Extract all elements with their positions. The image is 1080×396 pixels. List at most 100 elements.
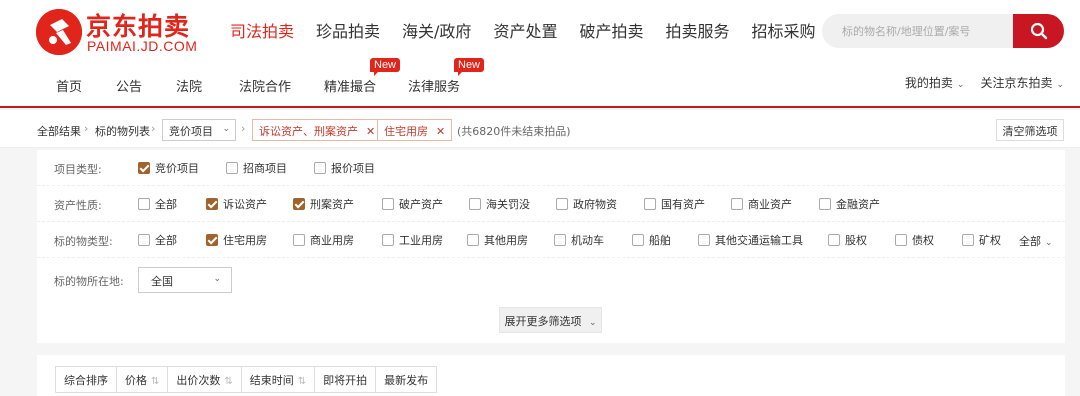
filter-row-project-type: 项目类型: 竞价项目 招商项目 报价项目	[37, 150, 1065, 186]
option-industrial-property[interactable]: 工业用房	[382, 232, 443, 248]
breadcrumb-all-results[interactable]: 全部结果	[37, 123, 81, 139]
sub-nav-label: 首页	[56, 80, 83, 95]
option-all[interactable]: 全部	[138, 196, 177, 212]
close-icon[interactable]: ✕	[436, 125, 445, 138]
option-bankruptcy-assets[interactable]: 破产资产	[382, 196, 443, 212]
option-label: 金融资产	[836, 198, 880, 211]
site-header: 京东拍卖 PAIMAI.JD.COM 司法拍卖 珍品拍卖 海关/政府 资产处置 …	[0, 0, 1080, 108]
my-auction-link[interactable]: 我的拍卖 ⌄	[905, 74, 965, 91]
follow-jd-auction-link[interactable]: 关注京东拍卖 ⌄	[980, 74, 1064, 91]
jd-paimai-logo[interactable]: 京东拍卖 PAIMAI.JD.COM	[36, 7, 206, 57]
checkbox-checked[interactable]	[138, 162, 150, 174]
option-mining-rights[interactable]: 矿权	[962, 232, 1001, 248]
option-commercial-property[interactable]: 商业用房	[293, 232, 354, 248]
option-label: 股权	[845, 234, 867, 247]
project-type-dropdown[interactable]: 竞价项目 ⌄	[162, 119, 236, 141]
logo-icon	[36, 9, 82, 55]
option-state-assets[interactable]: 国有资产	[644, 196, 705, 212]
sort-label: 综合排序	[64, 374, 108, 387]
sub-nav-home[interactable]: 首页	[56, 76, 82, 95]
sort-comprehensive[interactable]: 综合排序	[56, 367, 117, 392]
sort-upcoming[interactable]: 即将开拍	[315, 367, 377, 392]
option-bidding-project[interactable]: 竞价项目	[138, 160, 199, 176]
checkbox[interactable]	[895, 234, 907, 246]
option-creditor-rights[interactable]: 债权	[895, 232, 934, 248]
checkbox[interactable]	[632, 234, 644, 246]
main-nav-treasure-auction[interactable]: 珍品拍卖	[316, 18, 380, 46]
checkbox[interactable]	[962, 234, 974, 246]
main-nav-judicial-auction[interactable]: 司法拍卖	[230, 18, 294, 46]
search-icon	[1030, 22, 1047, 40]
sub-nav-label: 法院	[176, 80, 203, 95]
chevron-right-icon: ›	[84, 122, 89, 135]
option-motor-vehicle[interactable]: 机动车	[554, 232, 604, 248]
clear-filters-button[interactable]: 清空筛选项	[996, 119, 1064, 141]
option-government-materials[interactable]: 政府物资	[556, 196, 617, 212]
option-ship[interactable]: 船舶	[632, 232, 671, 248]
option-quotation-project[interactable]: 报价项目	[314, 160, 375, 176]
checkbox[interactable]	[731, 198, 743, 210]
option-customs-confiscation[interactable]: 海关罚没	[469, 196, 530, 212]
sub-nav-legal-service[interactable]: 法律服务 New	[408, 58, 485, 95]
sort-bid-count[interactable]: 出价次数 ⇅	[168, 367, 242, 392]
option-financial-assets[interactable]: 金融资产	[819, 196, 880, 212]
checkbox[interactable]	[138, 198, 150, 210]
option-commercial-assets[interactable]: 商业资产	[731, 196, 792, 212]
option-all[interactable]: 全部	[138, 232, 177, 248]
sub-nav-precise-matching[interactable]: 精准撮合 New	[324, 58, 401, 95]
checkbox-checked[interactable]	[206, 198, 218, 210]
object-type-all-toggle[interactable]: 全部 ⌄	[1019, 233, 1053, 249]
sort-price[interactable]: 价格 ⇅	[117, 367, 169, 392]
main-nav-auction-service[interactable]: 拍卖服务	[665, 18, 729, 46]
main-nav-tender-procurement[interactable]: 招标采购	[751, 18, 815, 46]
breadcrumb: 全部结果 › 标的物列表 › 竞价项目 ⌄ › 诉讼资产、刑案资产 ✕ 住宅用房 ✕…	[0, 110, 1080, 148]
option-investment-project[interactable]: 招商项目	[226, 160, 287, 176]
checkbox[interactable]	[828, 234, 840, 246]
checkbox-checked[interactable]	[206, 234, 218, 246]
option-equity[interactable]: 股权	[828, 232, 867, 248]
option-label: 招商项目	[243, 162, 287, 175]
location-dropdown[interactable]: 全国 ⌄	[138, 267, 232, 293]
toggle-label: 全部	[1019, 235, 1041, 248]
option-label: 国有资产	[661, 198, 705, 211]
main-nav-customs-government[interactable]: 海关/政府	[402, 18, 471, 46]
checkbox-checked[interactable]	[293, 198, 305, 210]
option-criminal-assets[interactable]: 刑案资产	[293, 196, 354, 212]
option-litigation-assets[interactable]: 诉讼资产	[206, 196, 267, 212]
option-other-transport[interactable]: 其他交通运输工具	[698, 232, 803, 248]
checkbox[interactable]	[698, 234, 710, 246]
search-box	[822, 14, 1064, 48]
option-label: 报价项目	[331, 162, 375, 175]
checkbox[interactable]	[226, 162, 238, 174]
sort-end-time[interactable]: 结束时间 ⇅	[241, 367, 316, 392]
chevron-down-icon: ⌄	[213, 274, 221, 284]
checkbox[interactable]	[382, 234, 394, 246]
breadcrumb-object-list[interactable]: 标的物列表	[95, 123, 150, 139]
option-residential[interactable]: 住宅用房	[206, 232, 267, 248]
checkbox[interactable]	[382, 198, 394, 210]
checkbox[interactable]	[644, 198, 656, 210]
chevron-down-icon: ⌄	[1045, 238, 1053, 248]
sub-nav-court[interactable]: 法院	[176, 76, 202, 95]
filter-row-object-type: 标的物类型: 全部 住宅用房 商业用房 工业用房 其他用房 机动车 船舶 其他交…	[37, 222, 1065, 258]
checkbox[interactable]	[556, 198, 568, 210]
checkbox[interactable]	[314, 162, 326, 174]
checkbox[interactable]	[138, 234, 150, 246]
close-icon[interactable]: ✕	[366, 125, 375, 138]
sort-latest[interactable]: 最新发布	[376, 367, 437, 392]
checkbox[interactable]	[819, 198, 831, 210]
main-nav-asset-disposal[interactable]: 资产处置	[493, 18, 557, 46]
checkbox[interactable]	[469, 198, 481, 210]
search-input[interactable]	[822, 14, 1012, 48]
sort-label: 即将开拍	[323, 374, 368, 387]
checkbox[interactable]	[554, 234, 566, 246]
sub-nav-notice[interactable]: 公告	[116, 76, 142, 95]
sub-nav-court-cooperation[interactable]: 法院合作	[239, 76, 291, 95]
main-nav-bankruptcy-auction[interactable]: 破产拍卖	[579, 18, 643, 46]
expand-filters-button[interactable]: 展开更多筛选项 ⌄	[499, 307, 602, 333]
option-other-property[interactable]: 其他用房	[467, 232, 528, 248]
checkbox[interactable]	[293, 234, 305, 246]
search-button[interactable]	[1013, 14, 1064, 48]
checkbox[interactable]	[467, 234, 479, 246]
filter-tag-label: 住宅用房	[384, 125, 428, 138]
